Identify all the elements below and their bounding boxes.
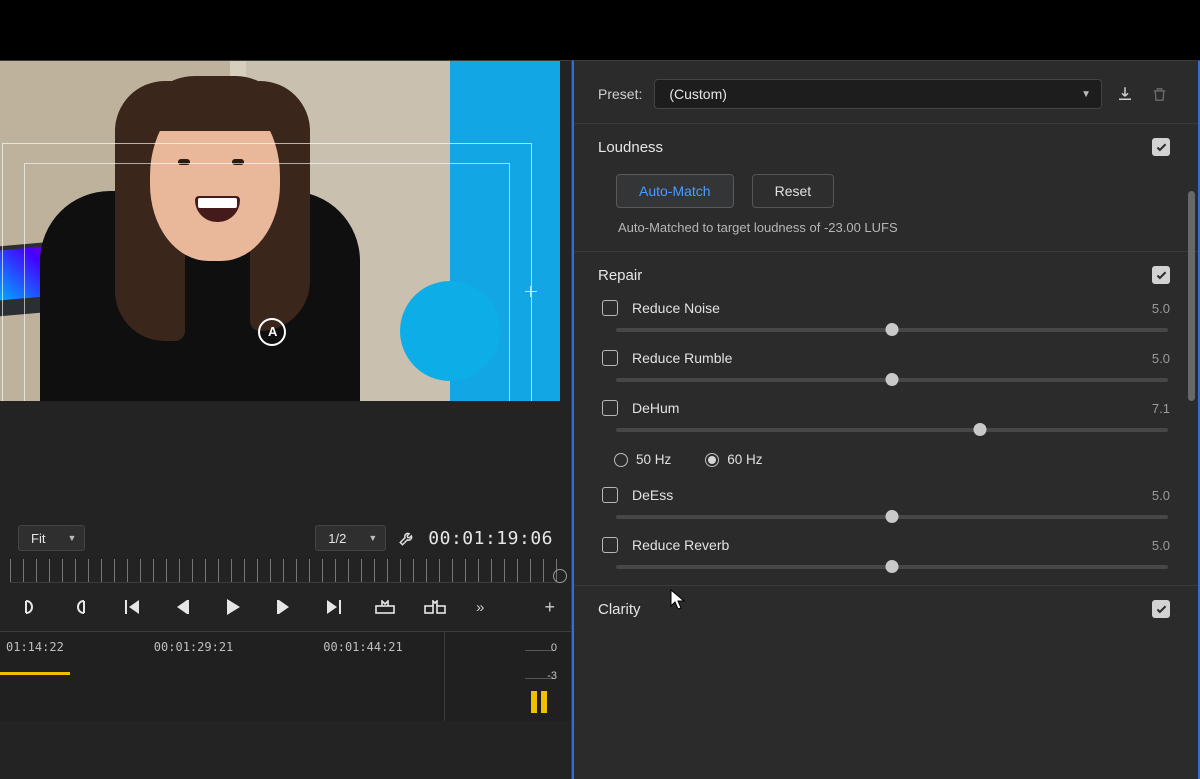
param-label: Reduce Rumble [632,350,732,366]
step-back-button[interactable] [172,600,194,614]
audio-meter: 0 -3 [525,638,555,715]
preset-select[interactable]: (Custom) ▼ [654,79,1102,109]
repair-section: Repair Reduce Noise 5.0 [574,251,1198,585]
slider-thumb-icon[interactable] [886,373,899,386]
repair-enable-checkbox[interactable] [1152,266,1170,284]
go-to-in-button[interactable] [122,600,144,614]
param-value[interactable]: 5.0 [1152,301,1170,316]
timeline-timecode: 00:01:44:21 [323,640,402,654]
section-title[interactable]: Clarity [598,601,641,618]
timecode-display[interactable]: 00:01:19:06 [428,528,553,549]
time-ruler[interactable] [10,559,561,583]
radio-icon [614,453,628,467]
reduce-noise-checkbox[interactable] [602,300,618,316]
section-title[interactable]: Repair [598,267,642,284]
chevron-down-icon: ▼ [67,533,76,543]
timeline-timecode: 00:01:29:21 [154,640,233,654]
wrench-icon[interactable] [396,529,418,547]
slider-thumb-icon[interactable] [886,510,899,523]
param-value[interactable]: 7.1 [1152,401,1170,416]
timeline-area: 01:14:22 00:01:29:21 00:01:44:21 0 -3 [0,631,571,721]
panel-scrollbar[interactable] [1188,191,1195,401]
reset-button[interactable]: Reset [752,174,835,208]
reduce-rumble-checkbox[interactable] [602,350,618,366]
dehum-checkbox[interactable] [602,400,618,416]
more-controls-button[interactable]: » [476,599,484,616]
delete-preset-button[interactable] [1148,86,1170,103]
param-label: DeHum [632,400,679,416]
reduce-reverb-param: Reduce Reverb 5.0 [598,529,1170,579]
reduce-rumble-slider[interactable] [616,378,1168,382]
timeline-tracks[interactable]: 01:14:22 00:01:29:21 00:01:44:21 [0,632,445,721]
save-preset-button[interactable] [1114,85,1136,103]
reduce-reverb-checkbox[interactable] [602,537,618,553]
add-button[interactable]: + [544,597,555,618]
reduce-noise-slider[interactable] [616,328,1168,332]
slider-thumb-icon[interactable] [886,323,899,336]
param-value[interactable]: 5.0 [1152,351,1170,366]
param-value[interactable]: 5.0 [1152,538,1170,553]
zoom-value: Fit [31,531,45,546]
chevron-down-icon: ▼ [1081,89,1091,100]
resolution-value: 1/2 [328,531,346,546]
section-title[interactable]: Loudness [598,139,663,156]
param-value[interactable]: 5.0 [1152,488,1170,503]
deess-param: DeEss 5.0 [598,479,1170,529]
essential-sound-panel: Preset: (Custom) ▼ Loudness [572,60,1200,779]
loudness-status-text: Auto-Matched to target loudness of -23.0… [598,216,1170,245]
loudness-enable-checkbox[interactable] [1152,138,1170,156]
preset-row: Preset: (Custom) ▼ [574,61,1198,123]
slider-thumb-icon[interactable] [974,423,987,436]
play-button[interactable] [222,599,244,615]
mark-in-button[interactable] [18,599,40,615]
hum-50hz-radio[interactable]: 50 Hz [614,452,671,467]
param-label: Reduce Reverb [632,537,729,553]
dehum-param: DeHum 7.1 [598,392,1170,442]
overwrite-button[interactable] [424,600,446,614]
clarity-enable-checkbox[interactable] [1152,600,1170,618]
hum-60hz-radio[interactable]: 60 Hz [705,452,762,467]
hum-frequency-group: 50 Hz 60 Hz [598,442,1170,479]
preview-controls-bar: Fit ▼ 1/2 ▼ 00:01:19:06 [0,517,571,559]
clarity-section: Clarity [574,585,1198,632]
deess-slider[interactable] [616,515,1168,519]
work-area-bar[interactable] [0,672,70,675]
crosshair-icon [525,291,537,292]
reduce-rumble-param: Reduce Rumble 5.0 [598,342,1170,392]
mark-out-button[interactable] [70,599,92,615]
video-preview[interactable] [0,61,560,401]
deess-checkbox[interactable] [602,487,618,503]
reduce-noise-param: Reduce Noise 5.0 [598,292,1170,342]
meter-label: 0 [551,642,557,654]
meter-label: -3 [547,670,557,682]
param-label: Reduce Noise [632,300,720,316]
transport-controls: » + [0,583,571,631]
preset-value: (Custom) [669,86,727,102]
go-to-out-button[interactable] [322,600,344,614]
preset-label: Preset: [598,86,642,102]
video-frame [0,61,560,401]
zoom-level-select[interactable]: Fit ▼ [18,525,85,551]
auto-match-button[interactable]: Auto-Match [616,174,734,208]
step-forward-button[interactable] [272,600,294,614]
slider-thumb-icon[interactable] [886,560,899,573]
reduce-reverb-slider[interactable] [616,565,1168,569]
param-label: DeEss [632,487,673,503]
insert-button[interactable] [374,600,396,614]
program-monitor-panel: Fit ▼ 1/2 ▼ 00:01:19:06 [0,60,572,779]
radio-icon [705,453,719,467]
resolution-select[interactable]: 1/2 ▼ [315,525,386,551]
loudness-section: Loudness Auto-Match Reset Auto-Matched t… [574,123,1198,251]
timeline-timecode: 01:14:22 [6,640,64,654]
dehum-slider[interactable] [616,428,1168,432]
chevron-down-icon: ▼ [368,533,377,543]
